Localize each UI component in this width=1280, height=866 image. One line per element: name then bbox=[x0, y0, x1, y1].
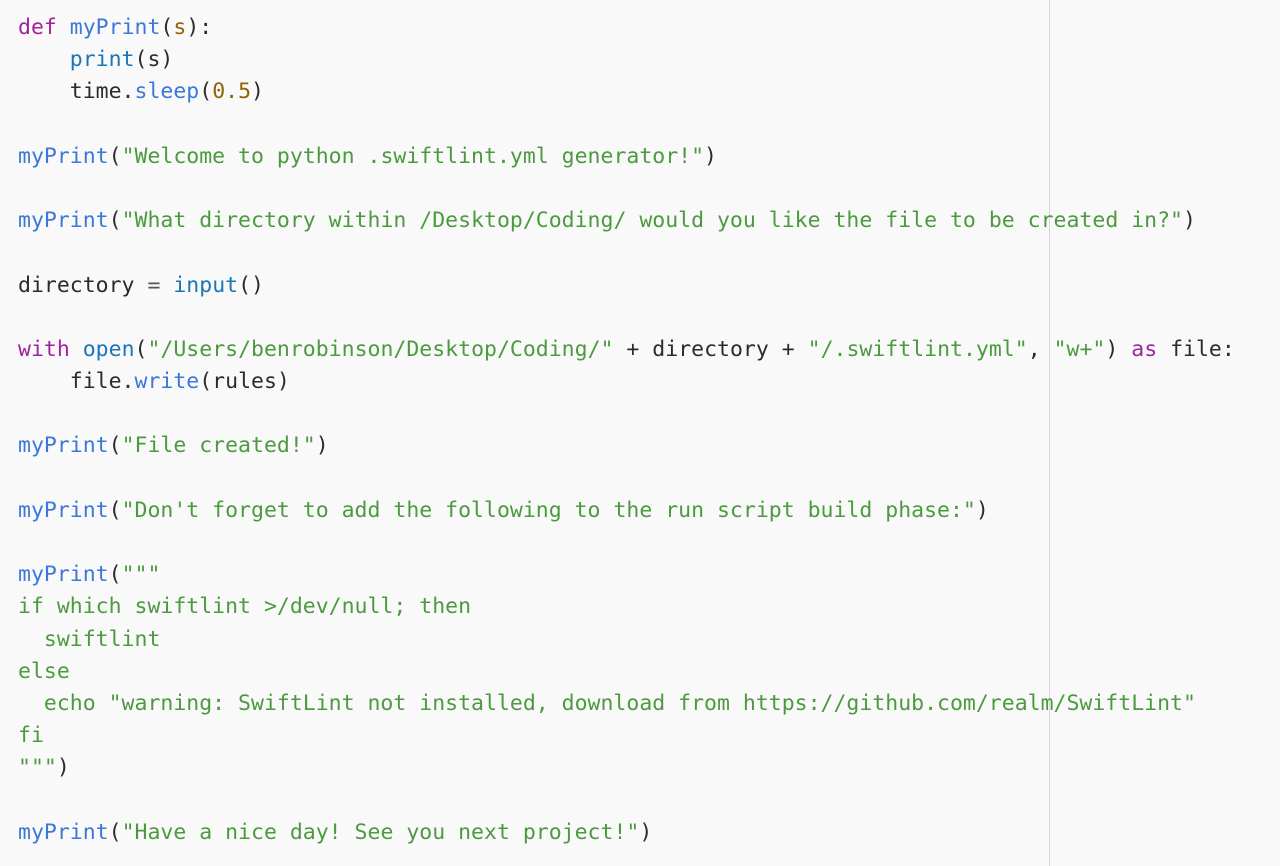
string-token: "File created!" bbox=[121, 433, 316, 459]
text-token: + directory + bbox=[613, 336, 808, 362]
function-name-token: myPrint bbox=[18, 433, 109, 459]
function-name-token: sleep bbox=[134, 79, 200, 105]
text-token: ( bbox=[108, 819, 122, 845]
keyword-token: with bbox=[18, 336, 70, 362]
text-token: (s) bbox=[134, 47, 174, 73]
string-token: """ bbox=[18, 755, 57, 781]
string-token: else bbox=[18, 658, 70, 684]
function-name-token: myPrint bbox=[18, 497, 109, 523]
code-line[interactable] bbox=[18, 785, 1235, 817]
function-name-token: write bbox=[134, 369, 200, 395]
code-line[interactable]: myPrint("Welcome to python .swiftlint.ym… bbox=[18, 141, 1235, 173]
code-line[interactable]: myPrint("What directory within /Desktop/… bbox=[18, 205, 1235, 237]
code-line[interactable] bbox=[18, 173, 1235, 205]
string-token: "/.swiftlint.yml" bbox=[807, 336, 1028, 362]
string-token: "w+" bbox=[1053, 336, 1106, 362]
text-token: ) bbox=[704, 143, 717, 169]
text-token: ) bbox=[251, 79, 264, 105]
string-token: "Welcome to python .swiftlint.yml genera… bbox=[121, 143, 705, 169]
text-token: ) bbox=[56, 755, 70, 781]
code-line[interactable]: with open("/Users/benrobinson/Desktop/Co… bbox=[18, 334, 1235, 366]
text-token: ( bbox=[160, 15, 174, 40]
text-token: ) bbox=[639, 819, 653, 845]
code-line[interactable]: """) bbox=[18, 752, 1235, 784]
text-token: ( bbox=[199, 79, 213, 105]
code-line[interactable]: fi bbox=[18, 720, 1235, 752]
code-line[interactable]: if which swiftlint >/dev/null; then bbox=[18, 591, 1235, 623]
string-token: "Have a nice day! See you next project!" bbox=[121, 819, 640, 845]
code-line[interactable] bbox=[18, 302, 1235, 334]
function-name-token: myPrint bbox=[18, 208, 109, 234]
text-token: ( bbox=[108, 497, 122, 523]
text-token: (rules) bbox=[199, 369, 290, 395]
text-token: ) bbox=[1105, 336, 1132, 362]
code-line[interactable]: file.write(rules) bbox=[18, 366, 1235, 398]
number-token: 0.5 bbox=[212, 79, 252, 105]
code-line[interactable] bbox=[18, 398, 1235, 430]
code-editor[interactable]: def myPrint(s): print(s) time.sleep(0.5)… bbox=[0, 0, 1280, 866]
function-name-token: myPrint bbox=[18, 562, 109, 588]
function-name-token: myPrint bbox=[18, 143, 109, 169]
text-token: ) bbox=[1182, 208, 1196, 234]
code-line[interactable] bbox=[18, 463, 1235, 495]
builtin-token: open bbox=[82, 336, 135, 362]
string-token: "What directory within /Desktop/Coding/ … bbox=[121, 208, 1183, 234]
code-line[interactable]: echo "warning: SwiftLint not installed, … bbox=[18, 688, 1235, 720]
code-line[interactable]: myPrint("Don't forget to add the followi… bbox=[18, 495, 1235, 527]
text-token: ( bbox=[108, 208, 122, 234]
text-token: () bbox=[238, 272, 264, 298]
code-line[interactable] bbox=[18, 237, 1235, 269]
keyword-token: def bbox=[18, 15, 57, 40]
code-line[interactable]: time.sleep(0.5) bbox=[18, 76, 1235, 108]
function-name-token: myPrint bbox=[18, 819, 109, 845]
parameter-token: s bbox=[173, 15, 187, 40]
code-line[interactable]: myPrint("Have a nice day! See you next p… bbox=[18, 817, 1235, 849]
code-line[interactable]: def myPrint(s): bbox=[18, 12, 1235, 44]
text-token: ( bbox=[108, 433, 122, 459]
text-token: directory bbox=[18, 272, 148, 298]
text-token: ( bbox=[134, 336, 148, 362]
text-token: file: bbox=[1157, 336, 1235, 362]
code-line[interactable]: print(s) bbox=[18, 44, 1235, 76]
operator-token: = bbox=[147, 272, 161, 298]
code-line[interactable]: swiftlint bbox=[18, 624, 1235, 656]
code-line[interactable]: myPrint("File created!") bbox=[18, 430, 1235, 462]
string-token: swiftlint bbox=[18, 626, 161, 652]
text-token: ) bbox=[975, 497, 989, 523]
string-token: if which swiftlint >/dev/null; then bbox=[18, 594, 472, 620]
text-token: ) bbox=[315, 433, 329, 459]
keyword-token: as bbox=[1131, 336, 1158, 362]
code-line[interactable]: directory = input() bbox=[18, 270, 1235, 302]
string-token: "/Users/benrobinson/Desktop/Coding/" bbox=[147, 336, 614, 362]
text-token: ( bbox=[108, 143, 122, 169]
string-token: echo "warning: SwiftLint not installed, … bbox=[18, 690, 1196, 716]
code-line[interactable] bbox=[18, 109, 1235, 141]
code-line[interactable]: myPrint(""" bbox=[18, 559, 1235, 591]
code-line[interactable] bbox=[18, 527, 1235, 559]
code-content[interactable]: def myPrint(s): print(s) time.sleep(0.5)… bbox=[18, 12, 1235, 849]
text-token: , bbox=[1027, 336, 1054, 362]
function-name-token: myPrint bbox=[69, 15, 161, 40]
string-token: "Don't forget to add the following to th… bbox=[121, 497, 976, 523]
text-token: ( bbox=[108, 562, 122, 588]
code-line[interactable]: else bbox=[18, 656, 1235, 688]
builtin-token: input bbox=[173, 272, 239, 298]
string-token: """ bbox=[121, 562, 161, 588]
string-token: fi bbox=[18, 723, 44, 749]
text-token: file. bbox=[18, 369, 135, 395]
text-token: ): bbox=[186, 15, 213, 40]
text-token: time. bbox=[18, 79, 135, 105]
builtin-token: print bbox=[69, 47, 135, 73]
